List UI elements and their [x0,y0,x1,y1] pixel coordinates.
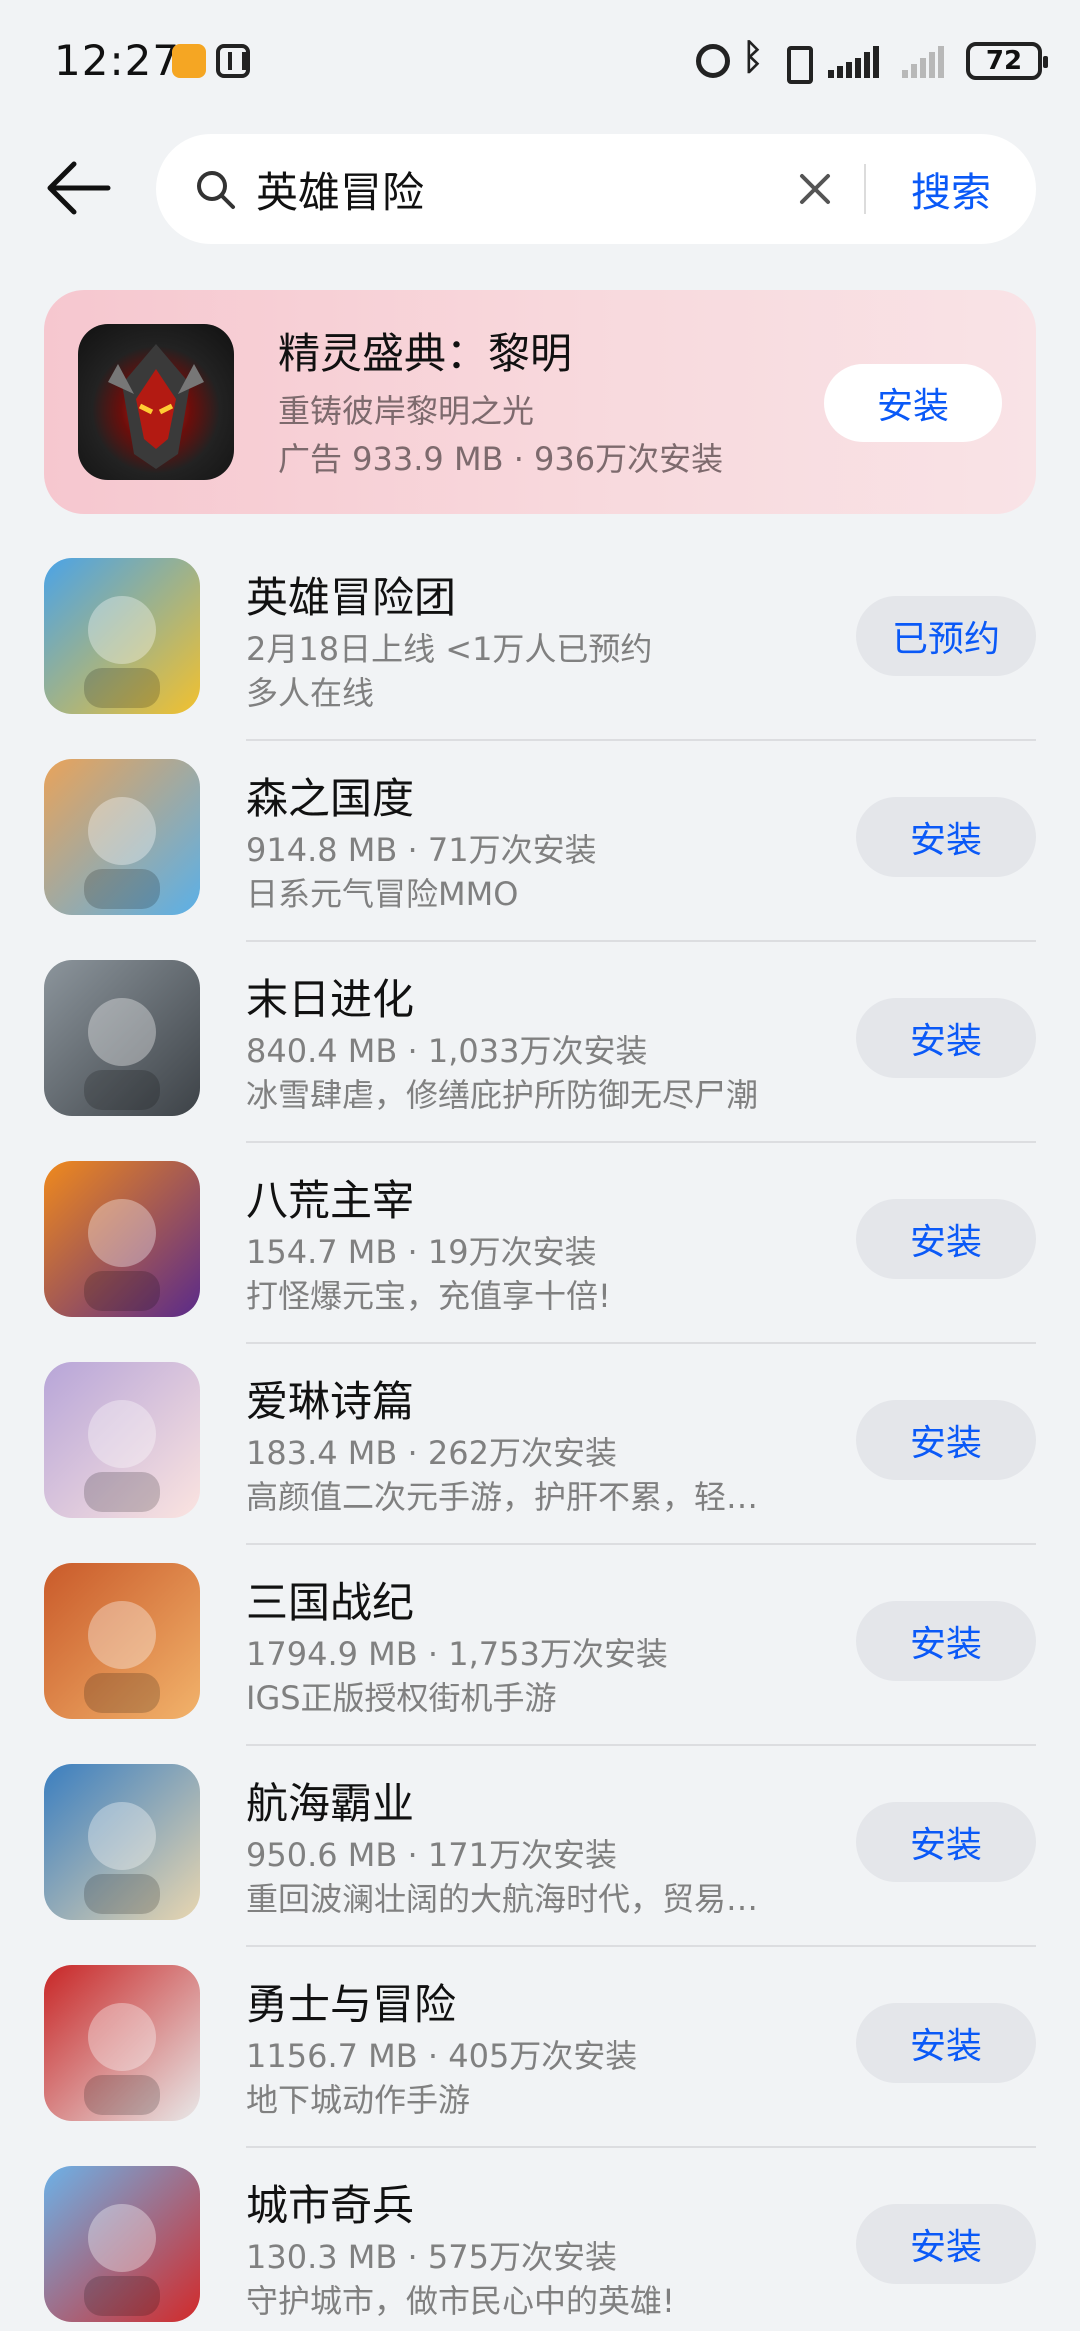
clear-icon[interactable] [792,166,838,212]
ad-meta: 广告 933.9 MB · 936万次安装 [278,440,724,478]
app-list-item[interactable]: 英雄冒险团 2月18日上线 <1万人已预约 多人在线 已预约 [0,540,1080,741]
search-divider [864,164,866,214]
app-description: 打怪爆元宝，充值享十倍! [246,1277,611,1315]
app-icon[interactable] [44,1764,200,1920]
ad-subtitle: 重铸彼岸黎明之光 [278,392,535,430]
app-name: 爱琳诗篇 [246,1377,415,1426]
app-description: 重回波澜壮阔的大航海时代，贸易… [246,1880,759,1918]
app-name: 三国战纪 [246,1578,415,1627]
app-list-item[interactable]: 爱琳诗篇 183.4 MB · 262万次安装高颜值二次元手游，护肝不累，轻… 安装 [0,1344,1080,1545]
app-description: 守护城市，做市民心中的英雄! [246,2282,675,2320]
app-icon[interactable] [44,2166,200,2322]
app-list-item[interactable]: 八荒主宰 154.7 MB · 19万次安装 打怪爆元宝，充值享十倍! 安装 [0,1143,1080,1344]
app-list-item[interactable]: 勇士与冒险 1156.7 MB · 405万次安装 地下城动作手游 安装 [0,1947,1080,2148]
app-list-item[interactable]: 三国战纪 1794.9 MB · 1,753万次安装 IGS正版授权街机手游 安装 [0,1545,1080,1746]
ad-title: 精灵盛典：黎明 [278,329,573,378]
signal-no-sim-icon [902,44,954,78]
app-name: 末日进化 [246,975,415,1024]
nfc-icon [216,44,250,78]
app-description: IGS正版授权街机手游 [246,1679,557,1717]
app-name: 英雄冒险团 [246,573,457,622]
battery-icon: 72 [966,42,1048,80]
app-description: 高颜值二次元手游，护肝不累，轻… [246,1478,759,1516]
app-icon[interactable] [44,1362,200,1518]
app-name: 勇士与冒险 [246,1980,457,2029]
app-name: 城市奇兵 [246,2181,415,2230]
vibrate-icon [776,44,816,84]
ad-app-icon[interactable] [78,324,234,480]
app-description: 冰雪肆虐，修缮庇护所防御无尽尸潮 [246,1076,759,1114]
app-icon[interactable] [44,759,200,915]
app-icon[interactable] [44,558,200,714]
install-button[interactable]: 安装 [856,2204,1036,2284]
install-button[interactable]: 安装 [856,2003,1036,2083]
app-icon[interactable] [44,1965,200,2121]
search-icon [197,171,235,209]
app-meta: 950.6 MB · 171万次安装 [246,1836,617,1874]
app-notification-icon [172,44,206,78]
install-button[interactable]: 安装 [856,797,1036,877]
app-list-item[interactable]: 航海霸业 950.6 MB · 171万次安装重回波澜壮阔的大航海时代，贸易… 安装 [0,1746,1080,1947]
app-icon[interactable] [44,1563,200,1719]
app-store-search-page: 12:27 72 搜索 [0,0,1080,2331]
install-button[interactable]: 安装 [856,998,1036,1078]
app-icon[interactable] [44,1161,200,1317]
search-input[interactable] [256,156,816,222]
search-button[interactable]: 搜索 [886,156,1016,222]
back-arrow-icon [47,161,111,215]
reserved-button[interactable]: 已预约 [856,596,1036,676]
app-description: 多人在线 [246,674,375,712]
app-meta: 1156.7 MB · 405万次安装 [246,2037,638,2075]
app-list-item[interactable]: 城市奇兵 130.3 MB · 575万次安装守护城市，做市民心中的英雄! 安装 [0,2148,1080,2331]
install-button[interactable]: 安装 [856,1199,1036,1279]
search-box: 搜索 [156,134,1036,244]
signal-icon [828,44,890,78]
app-description: 日系元气冒险MMO [246,875,519,913]
app-meta: 130.3 MB · 575万次安装 [246,2238,617,2276]
app-list-item[interactable]: 末日进化 840.4 MB · 1,033万次安装冰雪肆虐，修缮庇护所防御无尽尸潮… [0,942,1080,1143]
bluetooth-icon [742,37,764,79]
app-name: 森之国度 [246,774,415,823]
search-results-list: 英雄冒险团 2月18日上线 <1万人已预约 多人在线 已预约森之国度 914.8 MB … [0,540,1080,2331]
app-description: 地下城动作手游 [246,2081,471,2119]
app-meta: 840.4 MB · 1,033万次安装 [246,1032,648,1070]
status-icons: 72 [696,37,1048,84]
ad-card[interactable]: 精灵盛典：黎明 重铸彼岸黎明之光 广告 933.9 MB · 936万次安装 安… [44,290,1036,514]
app-meta: 1794.9 MB · 1,753万次安装 [246,1635,668,1673]
app-meta: 914.8 MB · 71万次安装 [246,831,597,869]
install-button[interactable]: 安装 [856,1601,1036,1681]
app-name: 八荒主宰 [246,1176,415,1225]
app-name: 航海霸业 [246,1779,415,1828]
ad-install-button[interactable]: 安装 [824,364,1002,442]
install-button[interactable]: 安装 [856,1400,1036,1480]
app-meta: 183.4 MB · 262万次安装 [246,1434,617,1472]
install-button[interactable]: 安装 [856,1802,1036,1882]
alarm-icon [696,44,730,78]
back-button[interactable] [44,158,112,218]
status-time: 12:27 [54,36,181,85]
app-meta: 154.7 MB · 19万次安装 [246,1233,597,1271]
app-list-item[interactable]: 森之国度 914.8 MB · 71万次安装 日系元气冒险MMO 安装 [0,741,1080,942]
app-meta: 2月18日上线 <1万人已预约 [246,630,653,668]
app-icon[interactable] [44,960,200,1116]
status-bar: 12:27 72 [0,0,1080,120]
